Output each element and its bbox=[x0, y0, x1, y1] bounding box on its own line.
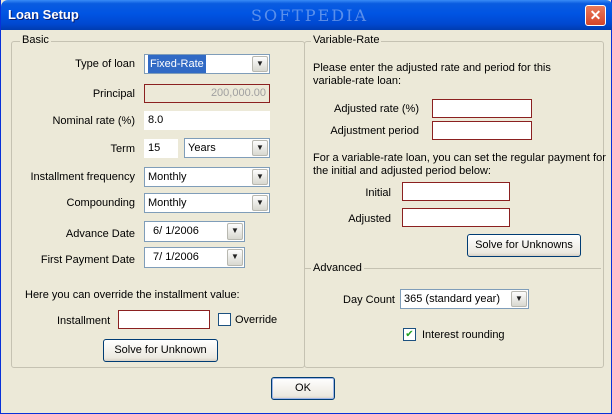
principal-field[interactable]: 200,000.00 bbox=[144, 84, 270, 103]
installment-frequency-value: Monthly bbox=[148, 171, 187, 183]
term-label: Term bbox=[110, 143, 135, 155]
chevron-down-icon[interactable]: ▼ bbox=[511, 291, 527, 307]
variable-rate-note-line2: variable-rate loan: bbox=[313, 75, 402, 87]
override-label: Override bbox=[235, 314, 278, 326]
compounding-value: Monthly bbox=[148, 197, 187, 209]
term-unit-select[interactable]: Years ▼ bbox=[184, 138, 270, 158]
variable-rate-group-title: Variable-Rate bbox=[311, 34, 382, 46]
chevron-down-icon[interactable]: ▼ bbox=[252, 169, 268, 185]
adjusted-payment-field[interactable] bbox=[402, 208, 510, 227]
basic-group-title: Basic bbox=[20, 34, 51, 46]
title-bar[interactable]: Loan Setup SOFTPEDIA ✕ bbox=[1, 0, 612, 30]
first-payment-date-picker[interactable]: 7/ 1/2006 ▼ bbox=[144, 247, 245, 268]
day-count-select[interactable]: 365 (standard year) ▼ bbox=[400, 289, 529, 309]
override-checkbox[interactable] bbox=[218, 313, 231, 326]
principal-label: Principal bbox=[92, 88, 135, 100]
chevron-down-icon[interactable]: ▼ bbox=[252, 56, 268, 72]
chevron-down-icon[interactable]: ▼ bbox=[252, 195, 268, 211]
nominal-rate-label: Nominal rate (%) bbox=[52, 115, 135, 127]
compounding-label: Compounding bbox=[66, 197, 136, 209]
term-field[interactable]: 15 bbox=[144, 139, 178, 158]
installment-label: Installment bbox=[57, 315, 111, 327]
variable-rate-note-line4: the initial and adjusted period below: bbox=[313, 165, 491, 177]
first-payment-date-label: First Payment Date bbox=[40, 254, 135, 266]
type-of-loan-label: Type of loan bbox=[75, 58, 135, 70]
watermark-logo: SOFTPEDIA bbox=[251, 6, 368, 25]
solve-for-unknown-button[interactable]: Solve for Unknown bbox=[103, 339, 218, 362]
nominal-rate-field[interactable]: 8.0 bbox=[144, 111, 270, 130]
adjusted-rate-label: Adjusted rate (%) bbox=[334, 103, 419, 115]
type-of-loan-value: Fixed-Rate bbox=[148, 55, 206, 73]
solve-for-unknowns-button[interactable]: Solve for Unknowns bbox=[467, 234, 581, 257]
advance-date-label: Advance Date bbox=[65, 228, 135, 240]
chevron-down-icon[interactable]: ▼ bbox=[227, 223, 243, 240]
day-count-value: 365 (standard year) bbox=[404, 293, 500, 305]
compounding-select[interactable]: Monthly ▼ bbox=[144, 193, 270, 213]
loan-setup-window: Loan Setup SOFTPEDIA ✕ Basic Type of loa… bbox=[0, 0, 612, 414]
type-of-loan-select[interactable]: Fixed-Rate ▼ bbox=[144, 54, 270, 74]
initial-payment-label: Initial bbox=[365, 187, 391, 199]
advance-date-value: 6/ 1/2006 bbox=[153, 225, 199, 237]
chevron-down-icon[interactable]: ▼ bbox=[227, 249, 243, 266]
variable-rate-note-line3: For a variable-rate loan, you can set th… bbox=[313, 152, 606, 164]
interest-rounding-checkbox[interactable]: ✔ bbox=[403, 328, 416, 341]
installment-frequency-label: Installment frequency bbox=[30, 171, 135, 183]
advanced-group-title: Advanced bbox=[311, 262, 364, 274]
initial-payment-field[interactable] bbox=[402, 182, 510, 201]
variable-rate-group bbox=[304, 41, 604, 368]
term-unit-value: Years bbox=[188, 142, 216, 154]
interest-rounding-label: Interest rounding bbox=[422, 329, 505, 341]
first-payment-date-value: 7/ 1/2006 bbox=[153, 251, 199, 263]
day-count-label: Day Count bbox=[343, 294, 395, 306]
installment-frequency-select[interactable]: Monthly ▼ bbox=[144, 167, 270, 187]
checkmark-icon: ✔ bbox=[405, 329, 414, 340]
ok-button[interactable]: OK bbox=[271, 377, 335, 400]
window-title: Loan Setup bbox=[8, 7, 79, 22]
adjusted-payment-label: Adjusted bbox=[348, 213, 391, 225]
adjustment-period-label: Adjustment period bbox=[330, 125, 419, 137]
override-note: Here you can override the installment va… bbox=[25, 289, 240, 301]
adjustment-period-field[interactable] bbox=[432, 121, 532, 140]
advance-date-picker[interactable]: 6/ 1/2006 ▼ bbox=[144, 221, 245, 242]
chevron-down-icon[interactable]: ▼ bbox=[252, 140, 268, 156]
variable-rate-note-line1: Please enter the adjusted rate and perio… bbox=[313, 62, 551, 74]
installment-field[interactable] bbox=[118, 310, 210, 329]
adjusted-rate-field[interactable] bbox=[432, 99, 532, 118]
close-button[interactable]: ✕ bbox=[585, 5, 606, 26]
